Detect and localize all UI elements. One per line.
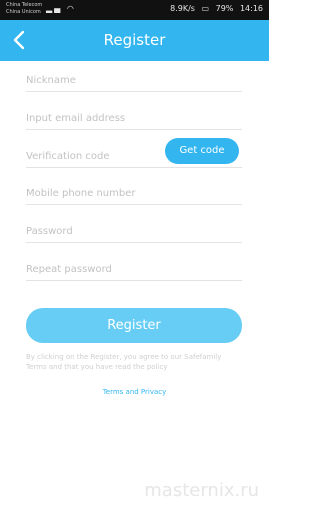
password-field	[26, 219, 242, 243]
chevron-left-icon	[13, 30, 25, 50]
wifi-icon: ◠	[66, 4, 76, 13]
carrier-2: China Unicom	[6, 9, 41, 15]
watermark: masternix.ru	[144, 480, 259, 501]
password-input[interactable]	[26, 221, 242, 241]
page-title: Register	[103, 31, 166, 49]
battery-icon: ▭	[201, 4, 210, 13]
notification-icons: ▂▄ ◠	[46, 4, 76, 13]
get-code-button[interactable]: Get code	[165, 138, 239, 164]
verification-code-input[interactable]	[26, 146, 156, 166]
terms-privacy-link[interactable]: Terms and Privacy	[0, 388, 269, 396]
status-right: 8.9K/s ▭ 79% 14:16	[166, 4, 263, 13]
agreement-text: By clicking on the Register, you agree t…	[26, 353, 222, 371]
repeat-password-field	[26, 257, 242, 281]
signal-icon: ▂▄	[46, 4, 63, 13]
header-bar: Register	[0, 20, 269, 61]
email-field	[26, 106, 242, 130]
nickname-input[interactable]	[26, 70, 242, 90]
register-button[interactable]: Register	[26, 308, 242, 343]
phone-field	[26, 181, 242, 205]
phone-input[interactable]	[26, 183, 242, 203]
battery-level: 79%	[215, 4, 234, 13]
back-button[interactable]	[8, 28, 32, 52]
status-bar: China Telecom China Unicom ▂▄ ◠ 8.9K/s ▭…	[0, 0, 269, 20]
network-speed: 8.9K/s	[170, 4, 195, 13]
email-input[interactable]	[26, 108, 242, 128]
verification-code-field: Get code	[26, 138, 242, 168]
carrier-1: China Telecom	[6, 2, 43, 8]
clock: 14:16	[239, 4, 263, 13]
carrier-info: China Telecom China Unicom	[6, 2, 42, 16]
nickname-field	[26, 68, 242, 92]
repeat-password-input[interactable]	[26, 259, 242, 279]
